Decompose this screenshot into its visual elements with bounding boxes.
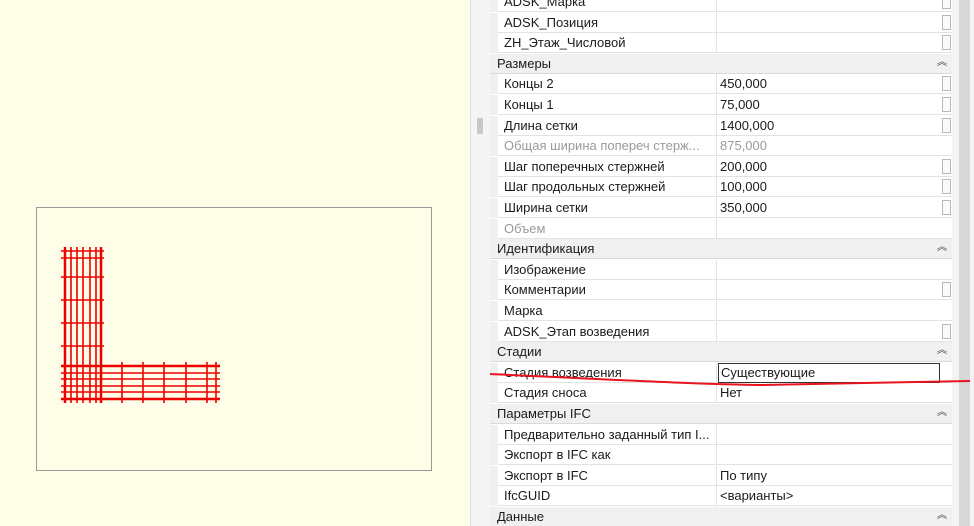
red-underline-stroke — [489, 373, 971, 387]
annotation-underline — [489, 373, 971, 387]
